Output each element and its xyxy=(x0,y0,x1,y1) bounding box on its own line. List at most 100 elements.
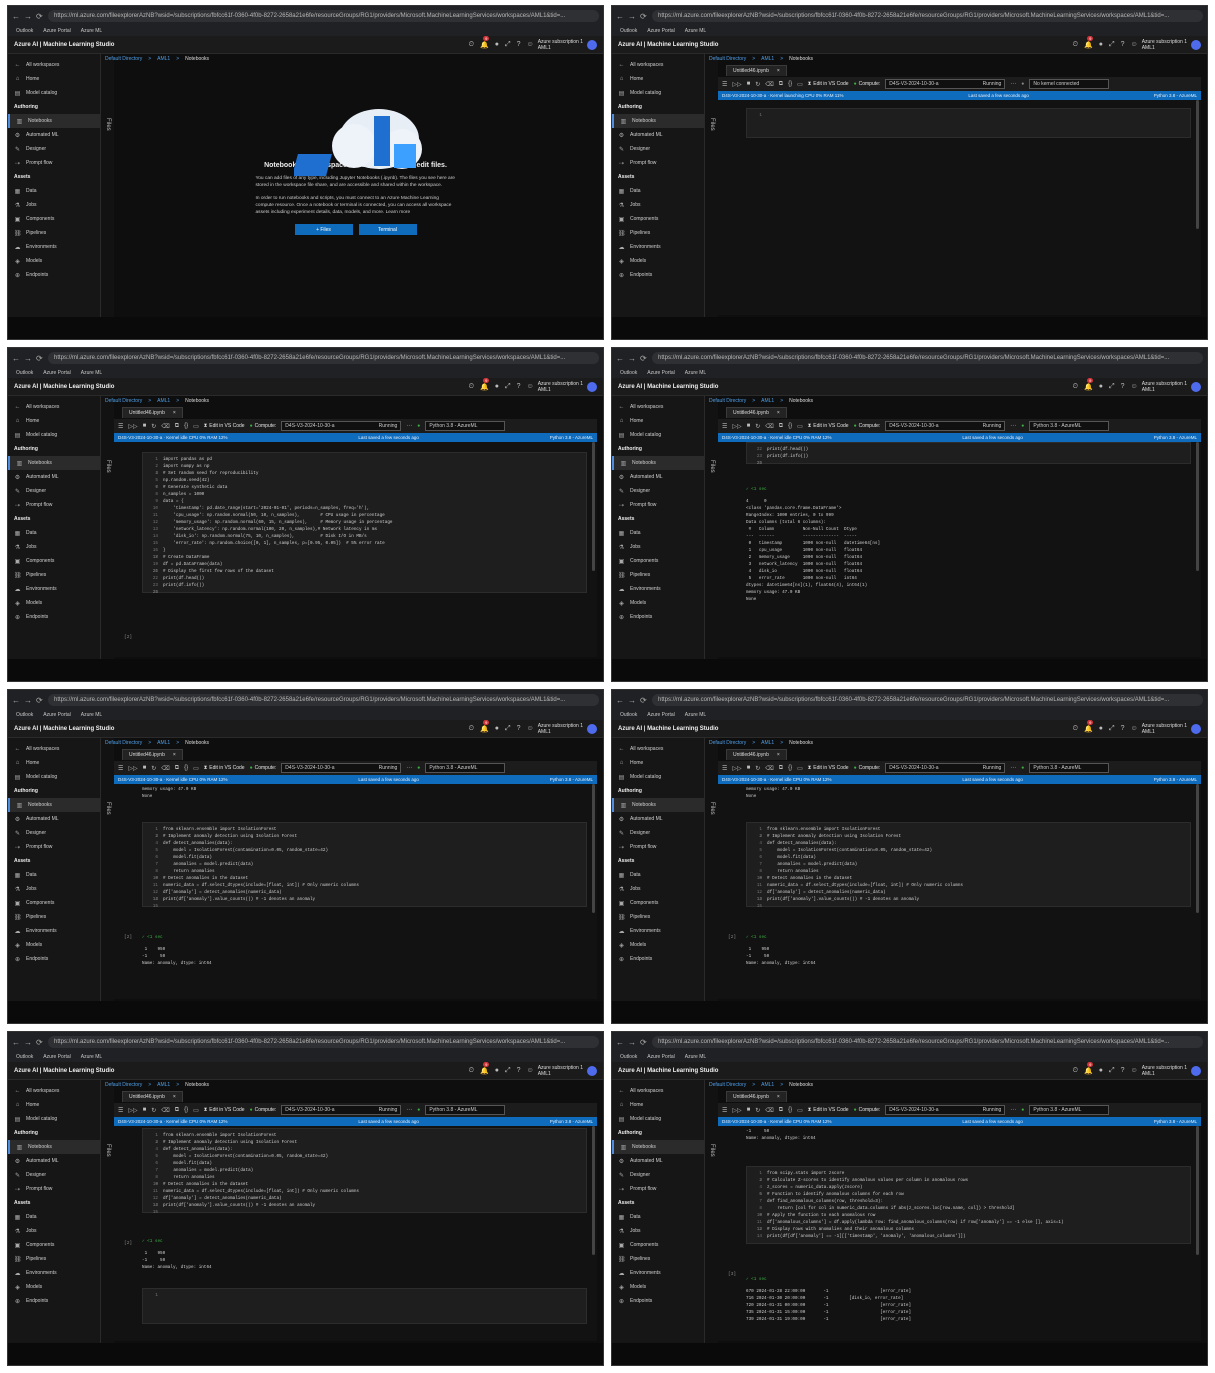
stop-icon[interactable]: ■ xyxy=(143,765,147,771)
copy-icon[interactable]: ⧉ xyxy=(779,81,783,88)
breadcrumb-item[interactable]: AML1 xyxy=(761,1082,774,1088)
kernel-select[interactable]: Python 3.8 - AzureML xyxy=(1029,1105,1110,1115)
back-icon[interactable]: ← xyxy=(12,696,20,705)
variables-icon[interactable]: {} xyxy=(788,765,792,771)
subscription-info[interactable]: Azure subscription 1 AML1 xyxy=(1142,39,1187,51)
avatar[interactable] xyxy=(587,39,597,50)
restart-icon[interactable]: ↻ xyxy=(151,423,156,430)
files-rail[interactable]: Files xyxy=(100,1080,114,1344)
forward-icon[interactable]: → xyxy=(24,1038,32,1047)
run-all-icon[interactable]: ▷▷ xyxy=(128,765,137,772)
copy-icon[interactable]: ⧉ xyxy=(175,1107,179,1114)
scrollbar[interactable] xyxy=(1196,784,1199,913)
notification-icon[interactable]: 🔔 9 xyxy=(480,719,490,733)
copy-icon[interactable]: ⧉ xyxy=(779,423,783,430)
nav-components[interactable]: ▣ Components xyxy=(612,896,704,910)
nav-pipelines[interactable]: ⛓ Pipelines xyxy=(8,226,100,240)
code-cell[interactable]: 1 from sklearn.ensemble import IsolationF… xyxy=(142,1128,587,1215)
tab-untitled46[interactable]: Untitled46.ipynb × xyxy=(122,407,183,418)
run-all-icon[interactable]: ▷▷ xyxy=(128,1107,137,1114)
more-icon[interactable]: ··· xyxy=(1010,423,1016,429)
subscription-info[interactable]: Azure subscription 1 AML1 xyxy=(538,723,583,735)
record-icon[interactable]: ● xyxy=(495,383,499,390)
nav-home[interactable]: ⌂ Home xyxy=(8,72,100,86)
files-rail[interactable]: Files xyxy=(704,1080,718,1344)
bookmark-item[interactable]: Azure ML xyxy=(81,712,102,718)
reload-icon[interactable]: ⟳ xyxy=(36,12,44,21)
nav-home[interactable]: ⌂ Home xyxy=(8,756,100,770)
nav-components[interactable]: ▣ Components xyxy=(8,1238,100,1252)
subscription-info[interactable]: Azure subscription 1 AML1 xyxy=(1142,723,1187,735)
tab-untitled46[interactable]: Untitled46.ipynb × xyxy=(726,407,787,418)
breadcrumb-item[interactable]: AML1 xyxy=(761,740,774,746)
files-rail[interactable]: Files xyxy=(704,396,718,660)
bookmark-item[interactable]: Outlook xyxy=(620,1054,637,1060)
compute-select[interactable]: D4S-V3-2024-10-30-a Running xyxy=(885,79,1006,89)
nav-notebooks[interactable]: ▥ Notebooks xyxy=(8,456,100,470)
outline-icon[interactable]: ▭ xyxy=(797,423,803,430)
kernel-select[interactable]: Python 3.8 - AzureML xyxy=(425,1105,506,1115)
record-icon[interactable]: ● xyxy=(495,1067,499,1074)
reload-icon[interactable]: ⟳ xyxy=(36,354,44,363)
kernel-select[interactable]: Python 3.8 - AzureML xyxy=(1029,421,1110,431)
nav-prompt-flow[interactable]: ⇢ Prompt flow xyxy=(8,840,100,854)
scrollbar[interactable] xyxy=(1196,442,1199,571)
more-icon[interactable]: ··· xyxy=(406,423,412,429)
nav-automated-ml[interactable]: ⚙ Automated ML xyxy=(8,812,100,826)
variables-icon[interactable]: {} xyxy=(788,81,792,87)
edit-in-vscode-button[interactable]: ⧗ Edit in VS Code xyxy=(204,765,245,771)
share-icon[interactable]: ⤢ xyxy=(505,725,511,733)
breadcrumb-item[interactable]: Default Directory xyxy=(105,1082,142,1088)
nav-endpoints[interactable]: ⊕ Endpoints xyxy=(612,952,704,966)
help-icon[interactable]: ? xyxy=(1121,41,1125,48)
terminal-button[interactable]: Terminal xyxy=(358,224,417,235)
bookmark-item[interactable]: Outlook xyxy=(16,370,33,376)
forward-icon[interactable]: → xyxy=(24,12,32,21)
nav-components[interactable]: ▣ Components xyxy=(612,212,704,226)
copy-icon[interactable]: ⧉ xyxy=(175,765,179,772)
nav-pipelines[interactable]: ⛓ Pipelines xyxy=(612,910,704,924)
restart-icon[interactable]: ↻ xyxy=(755,1107,760,1114)
avatar[interactable] xyxy=(587,381,597,392)
empty-code-cell[interactable]: 1 xyxy=(746,108,1191,138)
nav-environments[interactable]: ☁ Environments xyxy=(612,240,704,254)
variables-icon[interactable]: {} xyxy=(184,1107,188,1113)
forward-icon[interactable]: → xyxy=(628,12,636,21)
stop-icon[interactable]: ■ xyxy=(747,765,751,771)
stop-icon[interactable]: ■ xyxy=(747,81,751,87)
nav-notebooks[interactable]: ▥ Notebooks xyxy=(612,798,704,812)
breadcrumb-item[interactable]: AML1 xyxy=(157,740,170,746)
nav-models[interactable]: ◈ Models xyxy=(612,254,704,268)
share-icon[interactable]: ⤢ xyxy=(1109,383,1115,391)
back-icon[interactable]: ← xyxy=(616,12,624,21)
restart-icon[interactable]: ↻ xyxy=(151,1107,156,1114)
bookmark-item[interactable]: Azure Portal xyxy=(43,28,71,34)
reload-icon[interactable]: ⟳ xyxy=(36,696,44,705)
back-icon[interactable]: ← xyxy=(12,1038,20,1047)
more-icon[interactable]: ··· xyxy=(406,1107,412,1113)
code-cell[interactable]: 1 from sklearn.ensemble import IsolationF… xyxy=(746,822,1191,909)
nav-automated-ml[interactable]: ⚙ Automated ML xyxy=(8,1154,100,1168)
history-icon[interactable]: ⏲ xyxy=(469,725,474,733)
help-icon[interactable]: ? xyxy=(517,383,521,390)
close-icon[interactable]: × xyxy=(777,1094,780,1100)
bookmark-item[interactable]: Outlook xyxy=(16,712,33,718)
all-workspaces-link[interactable]: ← All workspaces xyxy=(8,58,100,72)
all-workspaces-link[interactable]: ← All workspaces xyxy=(8,400,100,414)
nav-environments[interactable]: ☁ Environments xyxy=(612,1266,704,1280)
copy-icon[interactable]: ⧉ xyxy=(779,765,783,772)
notification-icon[interactable]: 🔔 9 xyxy=(480,377,490,391)
close-icon[interactable]: × xyxy=(173,752,176,758)
help-icon[interactable]: ? xyxy=(1121,383,1125,390)
files-rail[interactable]: Files xyxy=(100,396,114,660)
bookmark-item[interactable]: Azure Portal xyxy=(43,370,71,376)
edit-in-vscode-button[interactable]: ⧗ Edit in VS Code xyxy=(204,423,245,429)
nav-data[interactable]: ▦ Data xyxy=(8,868,100,882)
outline-icon[interactable]: ▭ xyxy=(797,765,803,772)
help-icon[interactable]: ? xyxy=(517,725,521,732)
nav-model-catalog[interactable]: ▤ Model catalog xyxy=(612,86,704,100)
avatar[interactable] xyxy=(587,723,597,734)
nav-model-catalog[interactable]: ▤ Model catalog xyxy=(612,1112,704,1126)
feedback-icon[interactable]: ☺ xyxy=(1131,725,1138,732)
nav-home[interactable]: ⌂ Home xyxy=(612,414,704,428)
